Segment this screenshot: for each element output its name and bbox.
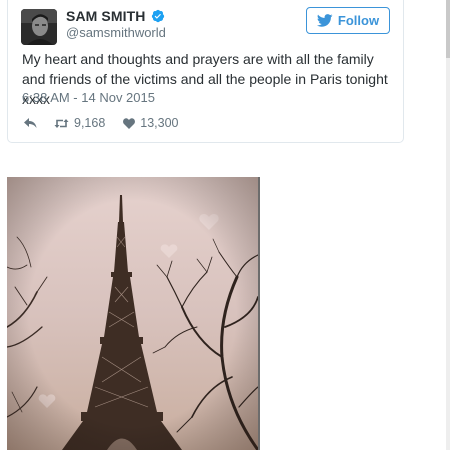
author-name[interactable]: SAM SMITH xyxy=(66,8,145,24)
like-button[interactable]: 13,300 xyxy=(123,116,179,130)
author-handle[interactable]: @samsmithworld xyxy=(66,25,166,40)
retweet-icon xyxy=(54,118,69,128)
avatar[interactable] xyxy=(21,9,57,45)
retweet-button[interactable]: 9,168 xyxy=(54,116,105,130)
tweet-timestamp[interactable]: 6:38 AM - 14 Nov 2015 xyxy=(22,90,155,105)
heart-icon xyxy=(123,117,136,129)
scrollbar-thumb[interactable] xyxy=(446,0,450,58)
tweet-actions: 9,168 13,300 xyxy=(24,115,179,131)
retweet-count: 9,168 xyxy=(74,116,106,130)
like-count: 13,300 xyxy=(140,116,179,130)
follow-label: Follow xyxy=(337,13,380,28)
reply-icon xyxy=(24,117,37,128)
scrollbar-track[interactable] xyxy=(446,0,450,450)
reply-button[interactable] xyxy=(24,117,37,129)
follow-button[interactable]: Follow xyxy=(306,7,390,34)
verified-icon xyxy=(151,9,165,23)
embedded-tweet: SAM SMITH @samsmithworld Follow My heart… xyxy=(7,0,404,143)
eiffel-tower-photo[interactable] xyxy=(7,177,260,450)
twitter-bird-icon xyxy=(316,14,333,27)
